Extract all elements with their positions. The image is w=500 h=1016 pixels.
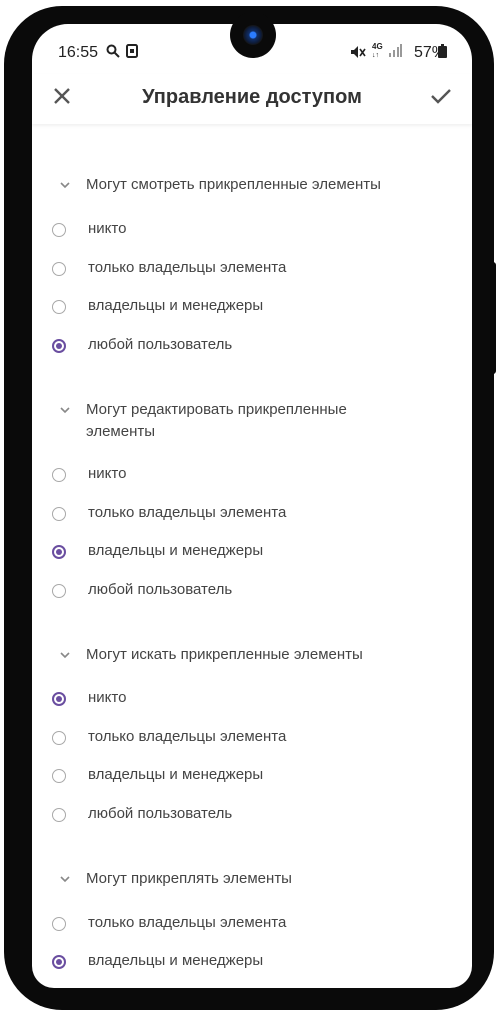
network-type: 4G	[372, 42, 383, 51]
check-icon[interactable]	[426, 82, 456, 110]
signal-icon	[388, 44, 402, 61]
option-row[interactable]: владельцы и менеджеры	[52, 297, 452, 321]
option-row[interactable]: владельцы и менеджеры	[52, 766, 452, 790]
option-label: владельцы и менеджеры	[88, 297, 264, 314]
power-button	[490, 262, 496, 374]
camera-lens-icon	[243, 25, 263, 45]
option-label: любой пользователь	[88, 581, 233, 598]
status-time: 16:55	[58, 44, 99, 61]
radio-button[interactable]	[52, 300, 66, 314]
option-row[interactable]: никто	[52, 689, 452, 713]
section-title: Могут редактировать прикрепленные элемен…	[86, 401, 347, 440]
section-title: Могут искать прикрепленные элементы	[86, 646, 363, 663]
section-search-header[interactable]: Могут искать прикрепленные элементы	[60, 644, 460, 666]
radio-button[interactable]	[52, 808, 66, 822]
volume-up-button	[4, 228, 10, 304]
option-label: владельцы и менеджеры	[88, 542, 264, 559]
section-view-header[interactable]: Могут смотреть прикрепленные элементы	[60, 174, 460, 196]
4g-icon: 4G ↓↑	[372, 42, 383, 60]
radio-button[interactable]	[52, 262, 66, 276]
option-row[interactable]: только владельцы элемента	[52, 728, 452, 752]
section-title: Могут прикреплять элементы	[86, 870, 292, 887]
radio-button-selected[interactable]	[52, 339, 66, 353]
radio-button[interactable]	[52, 223, 66, 237]
section-attach-header[interactable]: Могут прикреплять элементы	[60, 868, 460, 890]
option-label: никто	[88, 220, 127, 237]
section-edit-header[interactable]: Могут редактировать прикрепленные элемен…	[60, 399, 400, 443]
chevron-down-icon	[60, 652, 70, 659]
search-icon	[106, 44, 120, 61]
radio-button[interactable]	[52, 468, 66, 482]
option-label: любой пользователь	[88, 805, 233, 822]
option-row[interactable]: любой пользователь	[52, 581, 452, 605]
option-row[interactable]: владельцы и менеджеры	[52, 952, 452, 976]
section-title: Могут смотреть прикрепленные элементы	[86, 176, 381, 193]
app-toolbar: Управление доступом	[32, 74, 472, 124]
radio-button[interactable]	[52, 769, 66, 783]
option-label: только владельцы элемента	[88, 728, 287, 745]
option-label: владельцы и менеджеры	[88, 766, 264, 783]
chevron-down-icon	[60, 407, 70, 414]
option-label: владельцы и менеджеры	[88, 952, 264, 969]
option-row[interactable]: любой пользователь	[52, 336, 452, 360]
option-label: только владельцы элемента	[88, 504, 287, 521]
app-icon	[126, 44, 138, 61]
radio-button[interactable]	[52, 584, 66, 598]
option-row[interactable]: любой пользователь	[52, 805, 452, 829]
option-row[interactable]: никто	[52, 465, 452, 489]
radio-button-selected[interactable]	[52, 545, 66, 559]
radio-button[interactable]	[52, 507, 66, 521]
mute-icon	[350, 45, 366, 62]
radio-button[interactable]	[52, 731, 66, 745]
option-label: никто	[88, 689, 127, 706]
page-title: Управление доступом	[142, 86, 362, 108]
chevron-down-icon	[60, 182, 70, 189]
option-label: любой пользователь	[88, 336, 233, 353]
front-camera	[230, 12, 276, 58]
option-label: только владельцы элемента	[88, 259, 287, 276]
option-label: никто	[88, 465, 127, 482]
radio-button-selected[interactable]	[52, 692, 66, 706]
option-row[interactable]: только владельцы элемента	[52, 914, 452, 938]
battery-icon	[438, 44, 447, 61]
option-row[interactable]: только владельцы элемента	[52, 259, 452, 283]
screen: 16:55 4G ↓↑ 57% Управление доступом Могу…	[32, 24, 472, 988]
radio-button-selected[interactable]	[52, 955, 66, 969]
option-row[interactable]: только владельцы элемента	[52, 504, 452, 528]
chevron-down-icon	[60, 876, 70, 883]
volume-down-button	[4, 318, 10, 398]
option-row[interactable]: владельцы и менеджеры	[52, 542, 452, 566]
option-row[interactable]: никто	[52, 220, 452, 244]
radio-button[interactable]	[52, 917, 66, 931]
option-label: только владельцы элемента	[88, 914, 287, 931]
